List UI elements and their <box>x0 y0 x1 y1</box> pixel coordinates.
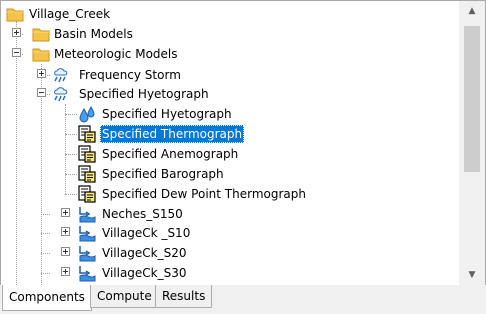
tree-node-subbasin[interactable]: Neches_S150 <box>1 204 458 224</box>
subbasin-icon <box>78 205 96 223</box>
storm-cloud-icon <box>52 66 70 84</box>
tree-node-label: Meteorologic Models <box>54 47 178 61</box>
tree-node-specified-dew-point-thermograph[interactable]: Specified Dew Point Thermograph <box>1 184 458 204</box>
components-panel: Village_Creek Basin Models Meteorologic … <box>0 0 486 286</box>
tree-node-label: Basin Models <box>54 27 133 41</box>
subbasin-icon <box>78 264 96 282</box>
storm-cloud-icon <box>52 85 70 103</box>
expand-toggle-plus[interactable] <box>61 208 70 217</box>
tree-node-project-root[interactable]: Village_Creek <box>1 4 458 24</box>
tab-components[interactable]: Components <box>2 285 92 311</box>
expand-toggle-plus[interactable] <box>61 227 70 236</box>
tree-node-specified-anemograph[interactable]: Specified Anemograph <box>1 144 458 164</box>
collapse-toggle-minus[interactable] <box>12 48 21 57</box>
tree-node-label: VillageCk_S30 <box>102 266 187 280</box>
tree-node-specified-thermograph[interactable]: Specified Thermograph <box>1 124 458 144</box>
tree-node-basin-models[interactable]: Basin Models <box>1 24 458 44</box>
gage-sheet-icon <box>78 185 96 203</box>
expand-toggle-plus[interactable] <box>61 247 70 256</box>
tree-node-label: VillageCk _S10 <box>102 226 191 240</box>
expand-toggle-plus[interactable] <box>12 28 21 37</box>
folder-icon <box>32 25 50 43</box>
tree-node-specified-hyetograph-model[interactable]: Specified Hyetograph <box>1 84 458 104</box>
gage-sheet-icon <box>78 145 96 163</box>
tree-node-label: Specified Hyetograph <box>79 87 209 101</box>
scroll-thumb[interactable] <box>464 26 480 172</box>
tab-compute[interactable]: Compute <box>90 285 159 308</box>
tree-node-specified-barograph[interactable]: Specified Barograph <box>1 164 458 184</box>
tab-results[interactable]: Results <box>155 285 213 308</box>
tree-node-label: Village_Creek <box>29 7 111 21</box>
tree-node-label: VillageCk_S20 <box>102 246 187 260</box>
tree-node-label: Specified Barograph <box>102 167 224 181</box>
tree-node-meteorologic-models[interactable]: Meteorologic Models <box>1 44 458 64</box>
tree-node-label: Specified Hyetograph <box>102 107 232 121</box>
tree-node-subbasin[interactable]: VillageCk_S30 <box>1 263 458 283</box>
tree-node-label: Specified Dew Point Thermograph <box>102 187 306 201</box>
tree-node-label: Specified Anemograph <box>102 147 239 161</box>
component-tree: Village_Creek Basin Models Meteorologic … <box>1 1 458 285</box>
scroll-up-arrow-icon[interactable]: ▲ <box>459 1 485 21</box>
expand-toggle-plus[interactable] <box>37 69 46 78</box>
subbasin-icon <box>78 224 96 242</box>
tree-node-label: Frequency Storm <box>79 68 181 82</box>
tree-node-specified-hyetograph[interactable]: Specified Hyetograph <box>1 104 458 124</box>
folder-icon <box>6 5 24 23</box>
expand-toggle-plus[interactable] <box>61 267 70 276</box>
tree-node-subbasin[interactable]: VillageCk_S20 <box>1 243 458 263</box>
subbasin-icon <box>78 244 96 262</box>
water-drops-icon <box>78 105 96 123</box>
tree-node-label: Neches_S150 <box>102 207 183 221</box>
tab-bar: Components Compute Results <box>0 285 486 314</box>
folder-icon <box>32 45 50 63</box>
tree-node-frequency-storm[interactable]: Frequency Storm <box>1 65 458 85</box>
gage-sheet-icon <box>78 125 96 143</box>
tree-node-subbasin[interactable]: VillageCk _S10 <box>1 223 458 243</box>
tree-node-label: Specified Thermograph <box>100 125 245 143</box>
vertical-scrollbar[interactable]: ▲ ▼ <box>459 1 485 285</box>
gage-sheet-icon <box>78 165 96 183</box>
scroll-down-arrow-icon[interactable]: ▼ <box>459 265 485 285</box>
collapse-toggle-minus[interactable] <box>37 88 46 97</box>
